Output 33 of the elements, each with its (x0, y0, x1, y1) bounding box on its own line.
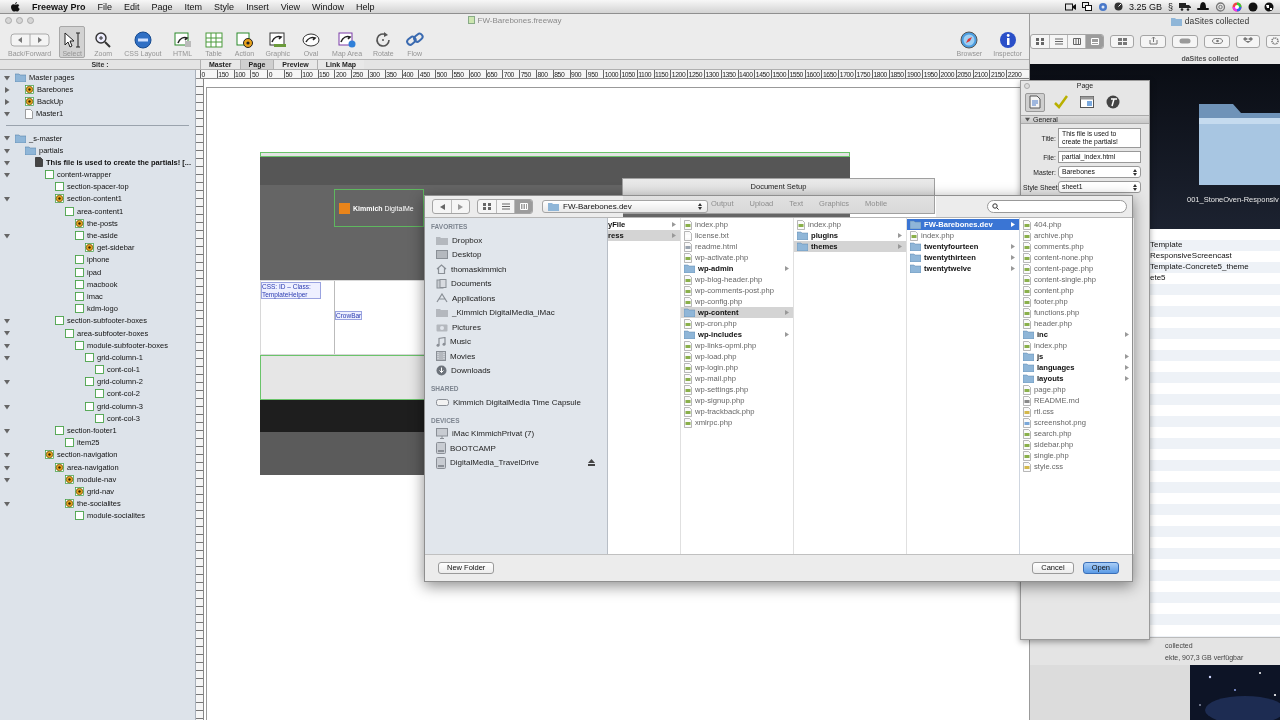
sidebar-item[interactable]: Downloads (425, 363, 607, 378)
sidebar-item[interactable]: Pictures (425, 320, 607, 335)
sidebar-item[interactable]: Applications (425, 291, 607, 306)
sidebar-item[interactable]: BOOTCAMP (425, 441, 607, 456)
sidebar-item[interactable]: Movies (425, 349, 607, 364)
menu-item[interactable]: Item (184, 1, 203, 12)
sidebar-item[interactable]: _Kimmich DigitalMedia_iMac (425, 305, 607, 320)
menu-item[interactable]: Edit (124, 1, 140, 12)
sidebar-item[interactable]: Dropbox (425, 233, 607, 248)
menu-item[interactable]: Insert (246, 1, 269, 12)
sidebar-item[interactable]: Kimmich DigitalMedia Time Capsule (425, 395, 607, 410)
sidebar-item[interactable]: thomaskimmich (425, 262, 607, 277)
sidebar-item[interactable]: Documents (425, 276, 607, 291)
file-name[interactable]: Template (1150, 239, 1280, 250)
sidebar-item[interactable]: Music (425, 334, 607, 349)
menu-item[interactable]: Page (151, 1, 173, 12)
file-name[interactable]: ete5 (1150, 272, 1280, 283)
menu-item[interactable]: Window (312, 1, 344, 12)
file-name[interactable]: Template-Concrete5_theme (1150, 261, 1280, 272)
window-title: daSites collected (1184, 16, 1250, 26)
sidebar-item[interactable]: Desktop (425, 247, 607, 262)
status-symbol[interactable]: § (1168, 1, 1173, 12)
file-name[interactable]: ResponsiveScreencast (1150, 250, 1280, 261)
menu-item[interactable]: Help (356, 1, 375, 12)
sidebar-item[interactable]: iMac KimmichPrivat (7) (425, 426, 607, 441)
menu-item[interactable]: View (280, 1, 300, 12)
app-menu[interactable]: Freeway Pro (32, 1, 86, 12)
window-title: FW-Barebones.freeway (477, 15, 562, 25)
sidebar-item[interactable]: DigitalMedia_TravelDrive (425, 455, 607, 470)
memory-reading: 3.25 GB (1128, 1, 1162, 12)
menu-item[interactable]: File (97, 1, 113, 12)
menu-item[interactable]: Style (214, 1, 235, 12)
path-popup[interactable]: FW-Barebones.dev (542, 200, 708, 213)
